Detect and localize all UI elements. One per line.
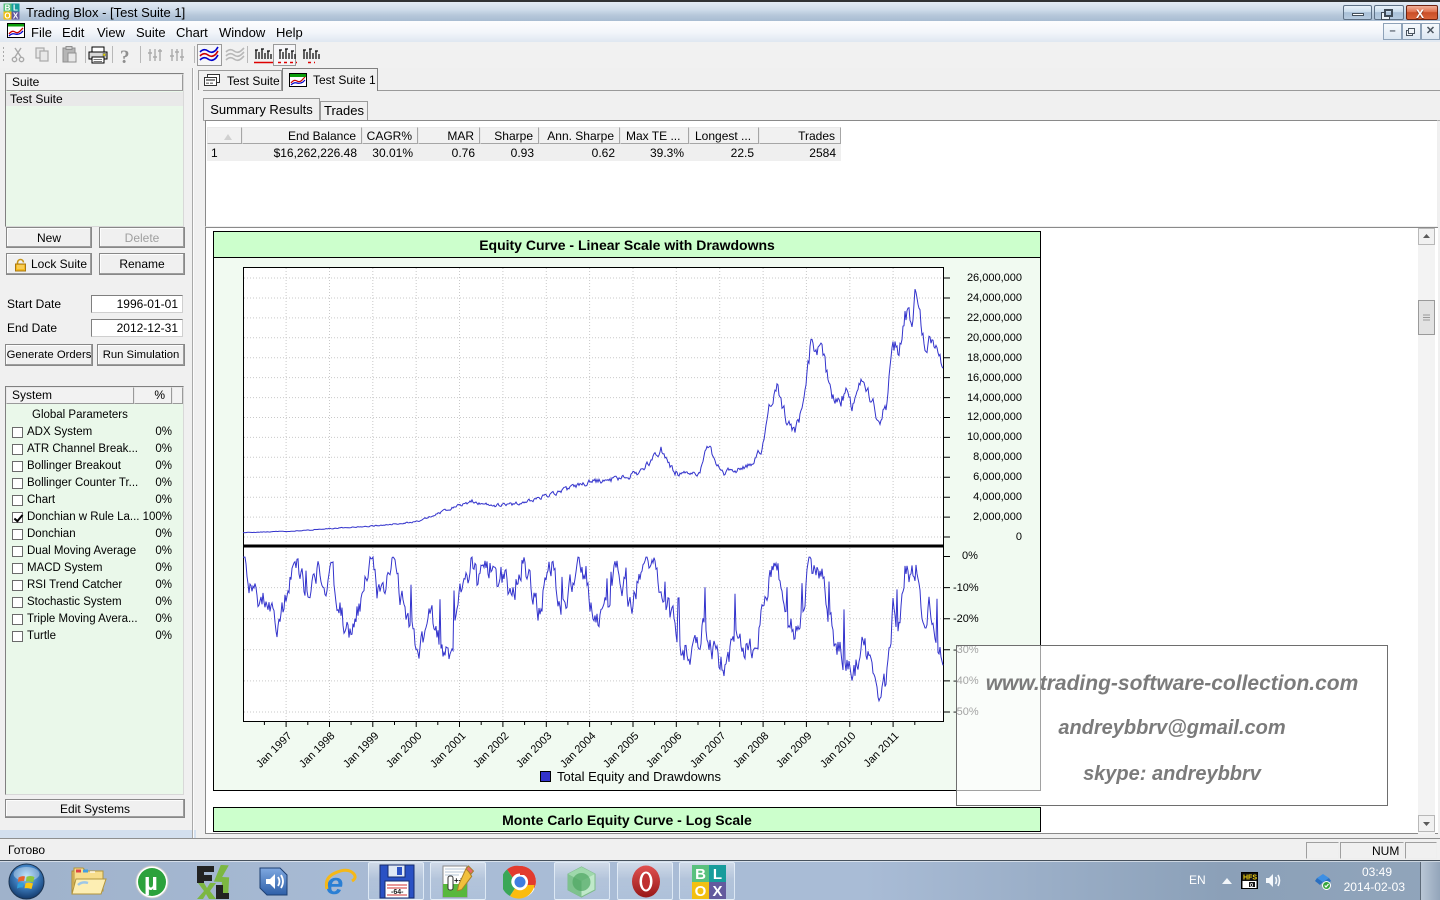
svg-text:0: 0 [1250, 883, 1253, 889]
svg-text:L: L [713, 866, 722, 883]
svg-text:X: X [13, 12, 19, 21]
svg-text:X: X [712, 883, 722, 899]
svg-text:-64-: -64- [391, 889, 404, 896]
svg-text:O: O [4, 12, 10, 21]
svg-text:?: ? [120, 47, 130, 68]
svg-text:µ: µ [144, 869, 158, 896]
svg-text:B: B [695, 866, 706, 883]
svg-text:HFS: HFS [1243, 875, 1257, 882]
svg-text:O: O [695, 883, 707, 899]
